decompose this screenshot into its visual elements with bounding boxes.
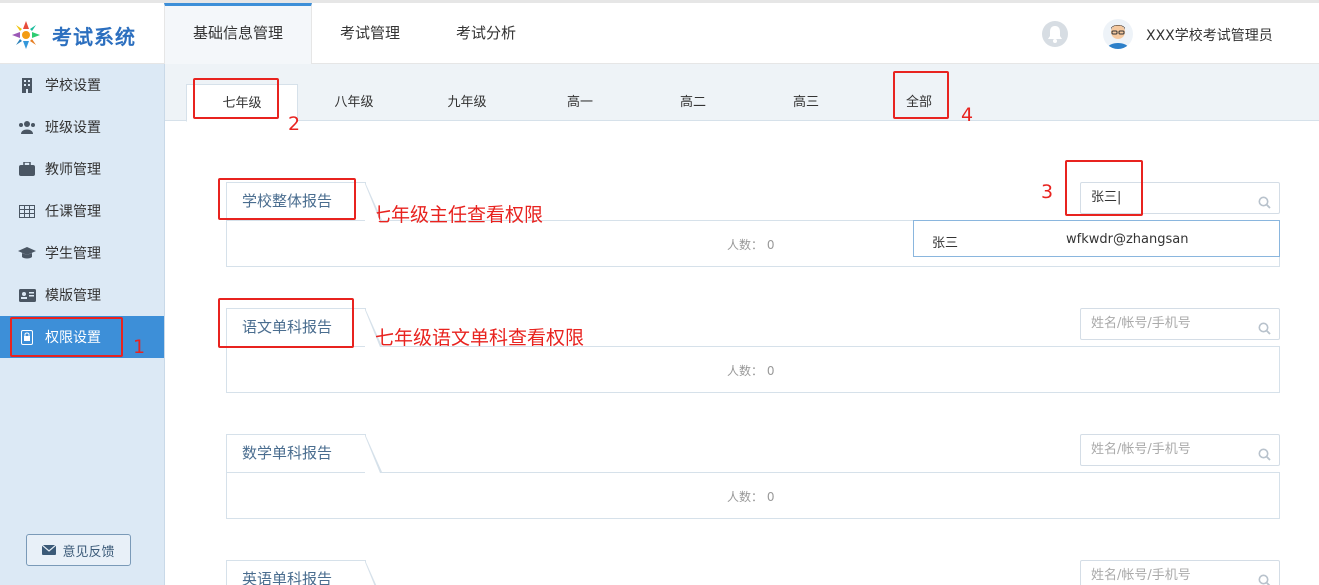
sidebar: 学校设置 班级设置 教师管理 任课管理 学生管理 模版管理 权限设置 意见反馈 — [0, 64, 165, 585]
member-search-input[interactable]: 姓名/帐号/手机号 — [1080, 434, 1280, 466]
sidebar-item-template-management[interactable]: 模版管理 — [0, 274, 164, 316]
top-nav: 基础信息管理 考试管理 考试分析 — [164, 3, 544, 64]
top-bar: 考试系统 基础信息管理 考试管理 考试分析 XXX学校考试管理员 — [0, 0, 1319, 64]
tab-senior-3[interactable]: 高三 — [750, 84, 862, 121]
section-title: 数学单科报告 — [226, 434, 382, 473]
nav-exam-management[interactable]: 考试管理 — [312, 3, 428, 64]
users-icon — [18, 119, 36, 135]
sidebar-item-teacher-management[interactable]: 教师管理 — [0, 148, 164, 190]
sidebar-item-label: 学校设置 — [45, 78, 101, 94]
user-name[interactable]: XXX学校考试管理员 — [1146, 25, 1273, 45]
sidebar-item-label: 教师管理 — [45, 162, 101, 178]
search-placeholder: 姓名/帐号/手机号 — [1091, 568, 1191, 583]
sidebar-item-school-settings[interactable]: 学校设置 — [0, 64, 164, 106]
search-icon[interactable] — [1258, 569, 1271, 585]
count-value: 0 — [766, 364, 775, 378]
section-title: 英语单科报告 — [226, 560, 382, 585]
search-icon[interactable] — [1258, 191, 1271, 221]
id-card-icon — [18, 287, 36, 303]
count-label: 人数： — [727, 238, 764, 252]
annotation-number-4: 4 — [961, 104, 974, 126]
envelope-icon — [42, 545, 57, 555]
search-value: 张三 — [1091, 190, 1118, 205]
sidebar-item-label: 学生管理 — [45, 246, 101, 262]
annotation-number-1: 1 — [133, 336, 146, 358]
report-section-math: 数学单科报告 人数： 0 姓名/帐号/手机号 — [226, 434, 1280, 519]
feedback-button[interactable]: 意见反馈 — [26, 534, 131, 566]
section-title: 语文单科报告 — [226, 308, 382, 347]
feedback-label: 意见反馈 — [62, 544, 115, 560]
graduation-cap-icon — [18, 245, 36, 261]
annotation-note-2: 七年级语文单科查看权限 — [375, 327, 585, 349]
search-icon[interactable] — [1258, 317, 1271, 347]
sidebar-item-label: 模版管理 — [45, 288, 101, 304]
count-value: 0 — [766, 238, 775, 252]
section-body: 人数： 0 — [226, 472, 1280, 519]
nav-exam-analysis[interactable]: 考试分析 — [428, 3, 544, 64]
section-title: 学校整体报告 — [226, 182, 382, 221]
suggestion-account[interactable]: wfkwdr@zhangsan — [1066, 232, 1188, 247]
sidebar-item-label: 任课管理 — [45, 204, 101, 220]
member-search-input[interactable]: 张三| — [1080, 182, 1280, 214]
member-count: 人数： 0 — [727, 362, 774, 379]
count-value: 0 — [766, 490, 775, 504]
member-search-input[interactable]: 姓名/帐号/手机号 — [1080, 308, 1280, 340]
search-placeholder: 姓名/帐号/手机号 — [1091, 442, 1191, 457]
annotation-number-3: 3 — [1041, 181, 1054, 203]
count-label: 人数： — [727, 490, 764, 504]
sidebar-item-student-management[interactable]: 学生管理 — [0, 232, 164, 274]
report-section-english: 英语单科报告 姓名/帐号/手机号 — [226, 560, 1280, 585]
count-label: 人数： — [727, 364, 764, 378]
tab-grade-7[interactable]: 七年级 — [186, 84, 298, 122]
sidebar-item-label: 班级设置 — [45, 120, 101, 136]
logo-icon — [10, 19, 42, 51]
user-avatar[interactable] — [1103, 19, 1133, 49]
member-search-input[interactable]: 姓名/帐号/手机号 — [1080, 560, 1280, 585]
search-placeholder: 姓名/帐号/手机号 — [1091, 316, 1191, 331]
tab-all[interactable]: 全部 — [863, 84, 975, 121]
search-icon[interactable] — [1258, 443, 1271, 473]
report-section-chinese: 语文单科报告 人数： 0 姓名/帐号/手机号 — [226, 308, 1280, 393]
lock-icon — [18, 329, 36, 345]
briefcase-icon — [18, 161, 36, 177]
section-body: 人数： 0 — [226, 346, 1280, 393]
app-logo[interactable]: 考试系统 — [10, 17, 136, 53]
nav-basic-info[interactable]: 基础信息管理 — [164, 3, 313, 64]
annotation-note-1: 七年级主任查看权限 — [372, 204, 544, 226]
grade-tabs: 七年级 八年级 九年级 高一 高二 高三 全部 — [165, 64, 1319, 122]
sidebar-item-course-management[interactable]: 任课管理 — [0, 190, 164, 232]
sidebar-item-class-settings[interactable]: 班级设置 — [0, 106, 164, 148]
member-count: 人数： 0 — [727, 236, 774, 253]
search-suggestion-dropdown[interactable]: 张三 wfkwdr@zhangsan — [913, 220, 1280, 257]
tab-grade-8[interactable]: 八年级 — [298, 84, 410, 121]
tab-senior-2[interactable]: 高二 — [637, 84, 749, 121]
notification-bell-icon[interactable] — [1042, 21, 1068, 47]
tab-grade-9[interactable]: 九年级 — [411, 84, 523, 121]
annotation-number-2: 2 — [288, 113, 301, 135]
table-icon — [18, 203, 36, 219]
suggestion-name[interactable]: 张三 — [932, 232, 958, 251]
app-title: 考试系统 — [52, 24, 136, 49]
sidebar-item-label: 权限设置 — [45, 330, 101, 346]
building-icon — [18, 77, 36, 93]
tab-senior-1[interactable]: 高一 — [524, 84, 636, 121]
member-count: 人数： 0 — [727, 488, 774, 505]
